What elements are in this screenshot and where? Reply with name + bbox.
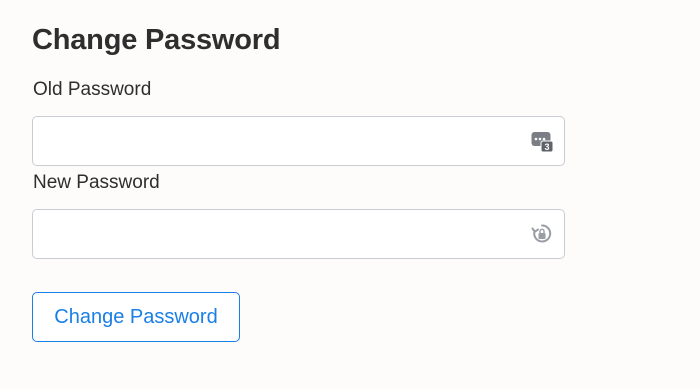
page-title: Change Password xyxy=(32,24,281,56)
old-password-label: Old Password xyxy=(33,79,152,100)
password-manager-icon[interactable]: 3 xyxy=(531,129,553,153)
change-password-button[interactable]: Change Password xyxy=(32,292,240,342)
new-password-field-wrapper xyxy=(32,209,565,259)
svg-text:3: 3 xyxy=(544,142,549,152)
new-password-label: New Password xyxy=(33,172,160,193)
old-password-input[interactable] xyxy=(32,116,565,166)
old-password-field-wrapper: 3 xyxy=(32,116,565,166)
new-password-input[interactable] xyxy=(32,209,565,259)
change-password-page: Change Password Old Password 3 New Passw… xyxy=(0,0,700,389)
generate-password-icon[interactable] xyxy=(531,222,553,246)
